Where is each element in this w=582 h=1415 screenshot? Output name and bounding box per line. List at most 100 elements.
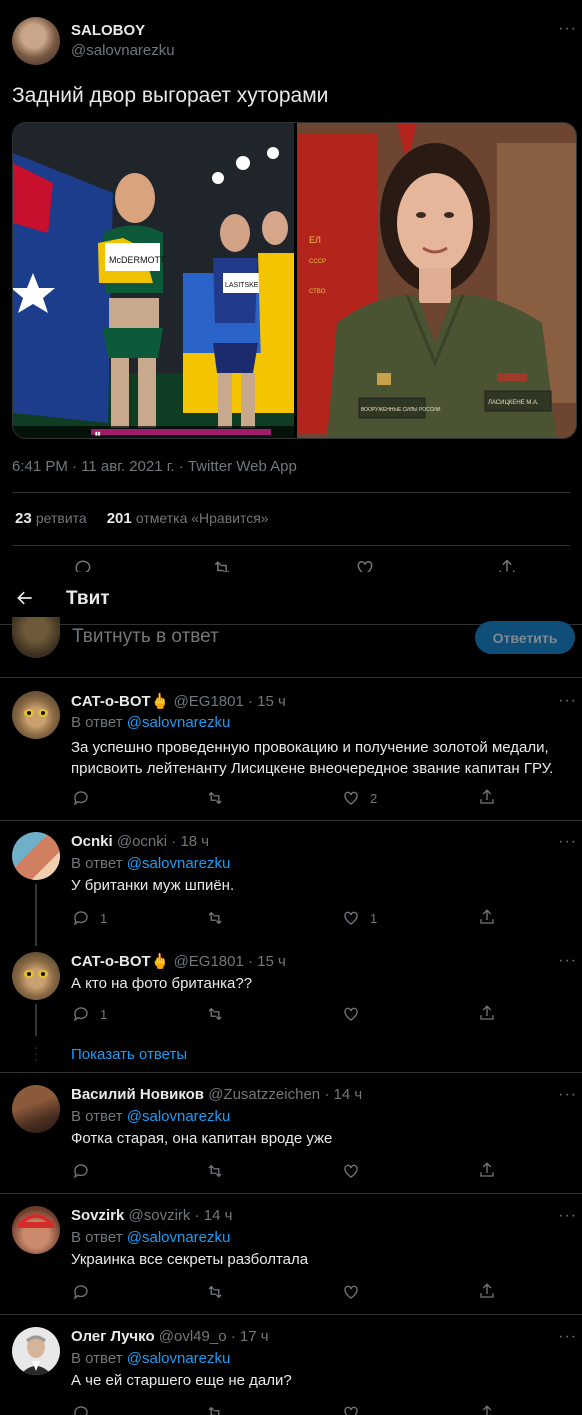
replying-to-prefix: В ответ [71,1350,123,1367]
reply-time[interactable]: · 15 ч [248,693,286,710]
more-options-icon[interactable]: ··· [558,1328,577,1346]
replying-to-handle[interactable]: @salovnarezku [127,1108,231,1125]
reply-action[interactable]: 1 [72,1005,107,1023]
reply-action[interactable]: 1 [72,909,107,927]
reply-time[interactable]: · 15 ч [248,953,286,970]
share-icon[interactable] [478,908,496,926]
more-options-icon[interactable]: ··· [558,1086,577,1104]
like-count: 1 [370,910,378,926]
reply-author-handle[interactable]: @EG1801 [174,953,244,970]
author-avatar[interactable] [12,17,60,65]
replying-to-prefix: В ответ [71,1229,123,1246]
retweet-icon[interactable] [205,1162,225,1180]
replying-to-handle[interactable]: @salovnarezku [127,1229,231,1246]
share-icon[interactable] [478,1004,496,1022]
reply-author-name[interactable]: CAT-о-BOT [71,693,151,710]
like-count: 2 [370,790,378,806]
replying-to-handle[interactable]: @salovnarezku [127,1350,231,1367]
photo-military[interactable]: ЕЛ СССР СТВО ВООРУЖЕННЫЕ СИЛЫ РОССИИ ЛАС… [297,123,576,438]
retweet-action[interactable] [205,789,235,807]
retweet-icon[interactable] [205,1404,225,1415]
reply-author-handle[interactable]: @Zusatzzeichen [208,1086,320,1103]
like-action[interactable]: 2 [342,789,377,807]
reply-author-handle[interactable]: @EG1801 [174,693,244,710]
reply-author-name[interactable]: Василий Новиков [71,1086,204,1103]
share-icon[interactable] [478,788,496,806]
bib-lasitske: LASITSKE [225,282,259,289]
more-options-icon[interactable]: ··· [558,952,577,970]
like-icon[interactable] [342,1162,360,1180]
like-action[interactable]: 1 [342,909,377,927]
like-icon[interactable] [342,1404,360,1415]
replying-to-prefix: В ответ [71,714,123,731]
retweet-action[interactable] [205,909,235,927]
thread-line [35,1004,37,1036]
reply-author-name[interactable]: Ocnki [71,833,113,850]
reply-time[interactable]: · 14 ч [324,1086,362,1103]
share-icon[interactable] [478,1404,496,1415]
reply-time[interactable]: · 17 ч [231,1328,269,1345]
reply-author-handle[interactable]: @sovzirk [129,1207,191,1224]
like-icon[interactable] [342,1283,360,1301]
reply-text: Украинка все секреты разболтала [71,1251,309,1268]
reply-avatar[interactable] [12,691,60,739]
share-icon[interactable] [478,1282,496,1300]
retweet-icon[interactable] [205,1283,225,1301]
divider [0,677,582,678]
reply-icon[interactable] [73,558,93,572]
reply-icon[interactable] [72,1162,90,1180]
reply-action[interactable] [72,789,100,807]
like-icon [344,911,358,925]
bib-mcdermott: McDERMOTT [109,255,166,265]
share-icon[interactable] [497,558,517,572]
reply-text: У британки муж шпиён. [71,877,235,894]
show-replies-link[interactable]: Показать ответы [71,1046,187,1063]
reply-author-handle[interactable]: @ocnki [117,833,167,850]
like-icon[interactable] [355,558,375,572]
reply-time[interactable]: · 18 ч [171,833,209,850]
author-handle[interactable]: @salovnarezku [71,42,175,59]
photo-athletes[interactable]: McDERMOTT LASITSKE ▮▮ [13,123,294,438]
likes-stat[interactable]: 201 отметка «Нравится» [107,510,269,527]
replying-to-handle[interactable]: @salovnarezku [127,855,231,872]
reply-icon[interactable] [72,1404,90,1415]
reply-avatar[interactable] [12,1327,60,1375]
share-icon[interactable] [478,1161,496,1179]
more-options-icon[interactable]: ··· [558,692,577,710]
like-icon [344,1007,358,1021]
retweet-icon[interactable] [211,558,233,572]
like-action[interactable] [342,1005,370,1023]
reply-header: CAT-о-BOT🖕 @EG1801 · 15 ч [71,692,286,710]
my-avatar[interactable] [12,617,60,658]
thread-dots-icon: · · · [34,1039,39,1067]
more-options-icon[interactable]: ··· [558,833,577,851]
replying-to: В ответ @salovnarezku [71,1229,230,1246]
main-actions-row [0,556,582,572]
reply-author-name[interactable]: Sovzirk [71,1207,124,1224]
reply-author-name[interactable]: CAT-о-BOT [71,953,151,970]
reply-avatar[interactable] [12,1085,60,1133]
arrow-left-icon[interactable] [14,588,36,608]
reply-time[interactable]: · 14 ч [195,1207,233,1224]
tweet-media[interactable]: McDERMOTT LASITSKE ▮▮ ЕЛ СССР СТВО ВООРУ… [12,122,577,439]
more-options-icon[interactable]: ··· [558,20,577,38]
replying-to: В ответ @salovnarezku [71,855,230,872]
reply-input[interactable]: Твитнуть в ответ [72,626,462,648]
svg-text:СТВО: СТВО [309,289,326,295]
retweet-action[interactable] [205,1005,235,1023]
reply-button[interactable]: Ответить [475,621,575,654]
reply-avatar[interactable] [12,952,60,1000]
tweet-stats: 23 ретвита 201 отметка «Нравится» [15,510,269,527]
replying-to-handle[interactable]: @salovnarezku [127,714,231,731]
reply-avatar[interactable] [12,832,60,880]
divider [0,1193,582,1194]
reply-author-handle[interactable]: @ovl49_o [159,1328,227,1345]
reply-author-name[interactable]: Олег Лучко [71,1328,155,1345]
reply-avatar[interactable] [12,1206,60,1254]
reply-icon[interactable] [72,1283,90,1301]
reply-header: Олег Лучко @ovl49_o · 17 ч [71,1328,269,1345]
retweets-stat[interactable]: 23 ретвита [15,510,87,527]
tweet-meta[interactable]: 6:41 PM · 11 авг. 2021 г. · Twitter Web … [12,458,297,475]
author-name[interactable]: SALOBOY [71,22,145,39]
more-options-icon[interactable]: ··· [558,1207,577,1225]
